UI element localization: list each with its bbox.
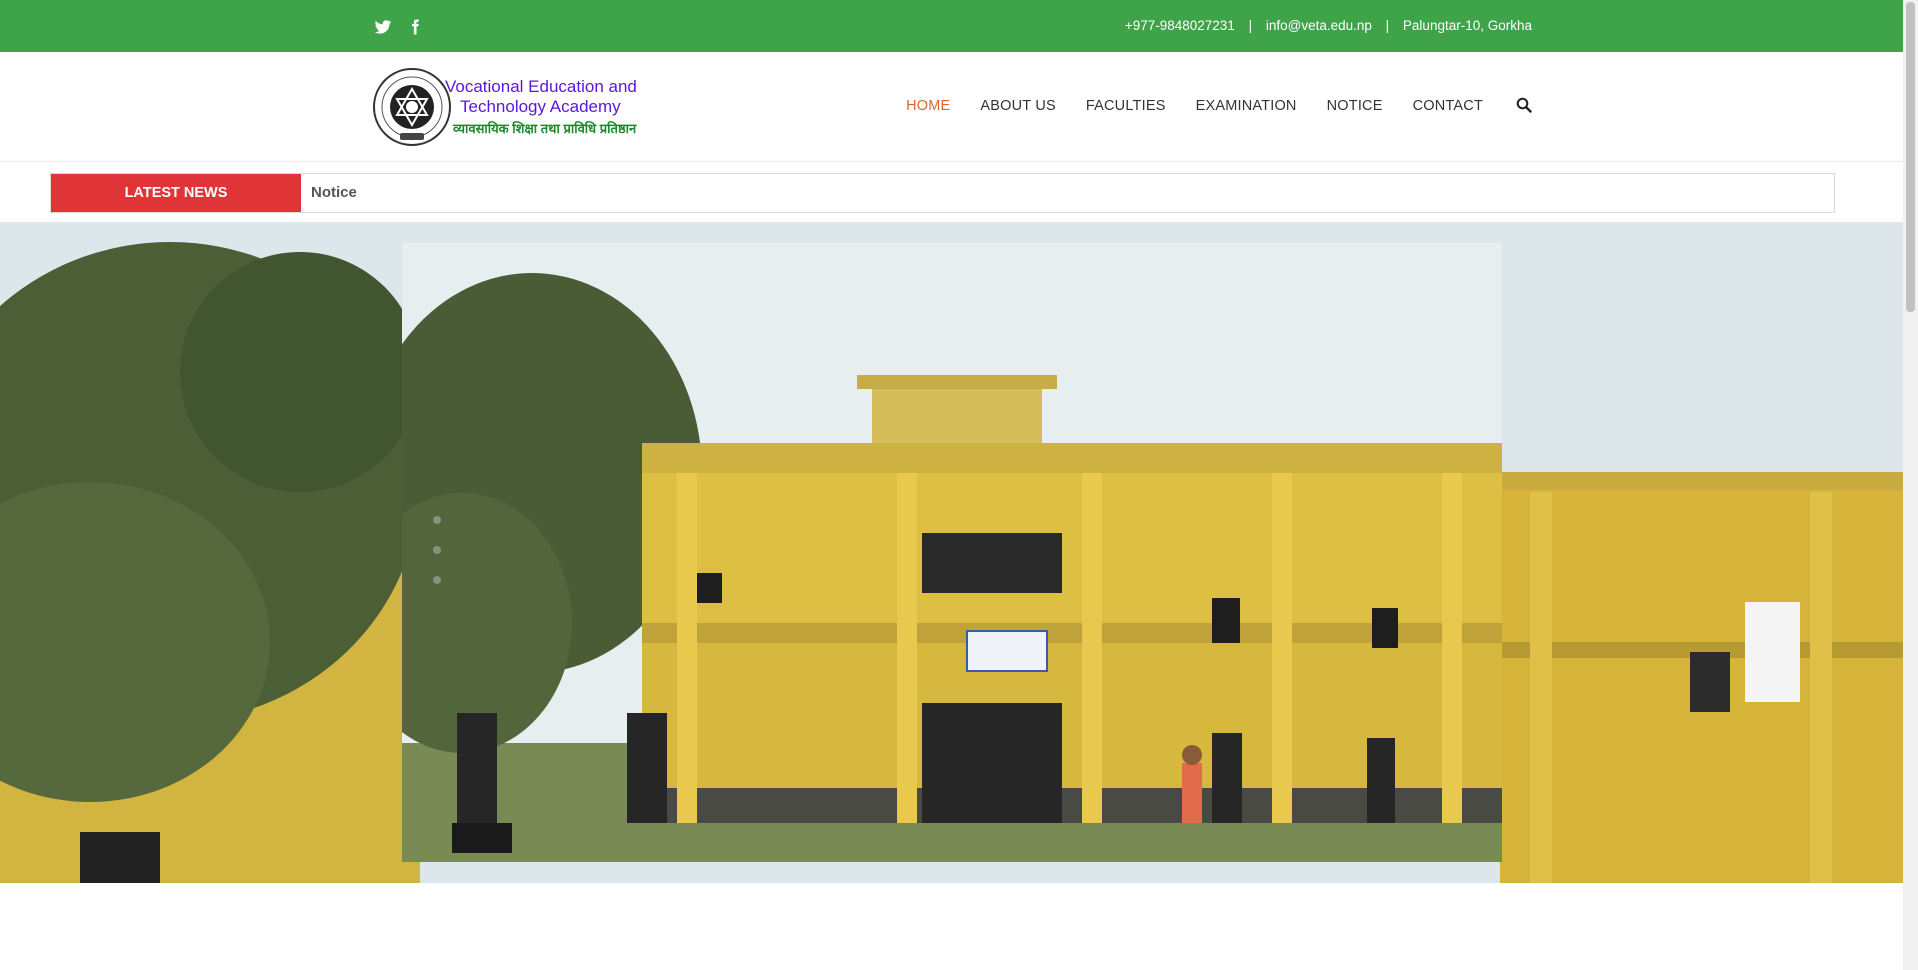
contact-info: +977-9848027231 | info@veta.edu.np | Pal… (1125, 18, 1532, 33)
main-nav: HOME ABOUT US FACULTIES EXAMINATION NOTI… (906, 98, 1483, 114)
ticker-item[interactable]: Notice (311, 184, 357, 201)
building-photo (402, 243, 1502, 862)
slider-pagination (433, 516, 441, 606)
latest-news-ticker: LATEST NEWS Notice (50, 173, 1835, 213)
slider-dot[interactable] (433, 516, 441, 524)
search-icon[interactable] (1516, 97, 1532, 113)
nav-item-examination[interactable]: EXAMINATION (1196, 98, 1297, 114)
slider-dot[interactable] (433, 576, 441, 584)
site-logo[interactable]: Vocational Education and Technology Acad… (372, 67, 642, 149)
logo-title-line2: Technology Academy (460, 97, 621, 116)
logo-title-nepali: व्यावसायिक शिक्षा तथा प्राविधि प्रतिष्ठा… (453, 121, 637, 136)
twitter-icon[interactable] (374, 18, 392, 36)
social-links (374, 18, 424, 36)
separator: | (1385, 18, 1390, 33)
top-bar: +977-9848027231 | info@veta.edu.np | Pal… (0, 0, 1903, 52)
slide-image[interactable] (402, 243, 1502, 862)
address: Palungtar-10, Gorkha (1402, 18, 1532, 33)
facebook-icon[interactable] (406, 18, 424, 36)
page-scrollbar[interactable] (1903, 0, 1918, 970)
nav-item-faculties[interactable]: FACULTIES (1086, 98, 1166, 114)
email-address[interactable]: info@veta.edu.np (1266, 18, 1372, 33)
logo-title-line1: Vocational Education and (445, 77, 637, 96)
separator: | (1248, 18, 1253, 33)
nav-item-about-us[interactable]: ABOUT US (980, 98, 1055, 114)
scrollbar-thumb[interactable] (1906, 2, 1915, 312)
phone-number: +977-9848027231 (1124, 18, 1235, 33)
slider-dot[interactable] (433, 546, 441, 554)
nav-item-contact[interactable]: CONTACT (1413, 98, 1483, 114)
nav-item-home[interactable]: HOME (906, 98, 950, 114)
latest-news-label: LATEST NEWS (51, 174, 301, 212)
hero-slider (0, 222, 1903, 883)
academy-seal-icon (373, 68, 451, 146)
nav-item-notice[interactable]: NOTICE (1327, 98, 1383, 114)
site-header: Vocational Education and Technology Acad… (0, 52, 1903, 162)
